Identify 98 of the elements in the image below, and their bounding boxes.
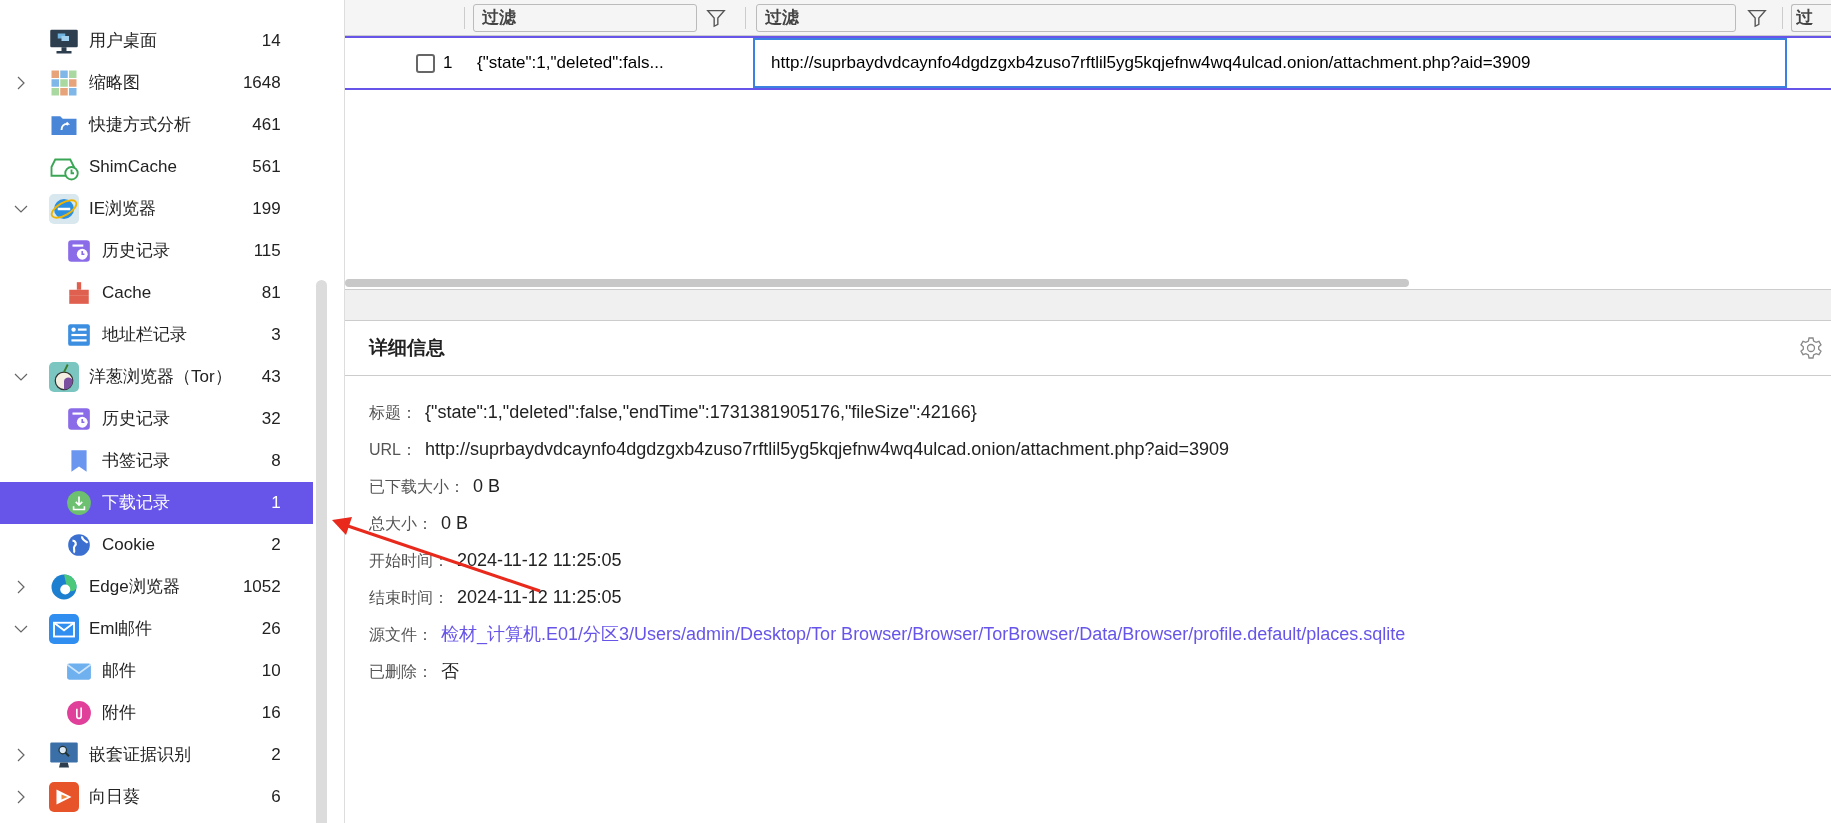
filter-field[interactable]: 过滤 [756, 3, 1736, 32]
scrollbar[interactable] [315, 280, 327, 823]
download-icon [66, 490, 92, 516]
item-label: 嵌套证据识别 [89, 744, 191, 767]
item-count: 26 [261, 618, 281, 641]
item-count: 32 [261, 408, 281, 431]
field-value: http://suprbaydvdcaynfo4dgdzgxb4zuso7rftlil5yg5kqjefnw4wq4ulcad.onion/attachment.php?aid=3909 [425, 438, 1230, 461]
item-count: 2 [271, 534, 281, 557]
sidebar-item[interactable]: 地址栏记录 3 [0, 314, 313, 356]
list-icon [66, 322, 92, 348]
brush-icon [66, 280, 92, 306]
item-label: 向日葵 [89, 786, 140, 809]
image-grid-icon [49, 68, 79, 98]
sidebar-item[interactable]: 向日葵 6 [0, 776, 313, 818]
table-cell-text: {"state":1,"deleted":fals... [476, 52, 665, 75]
item-label: 附件 [102, 702, 136, 725]
item-count: 2 [271, 744, 281, 767]
item-count: 1052 [242, 576, 281, 599]
sidebar-item[interactable]: ShimCache 561 [0, 146, 313, 188]
edge-browser-icon [49, 572, 79, 602]
item-label: 缩略图 [89, 72, 140, 95]
history-icon [66, 406, 92, 432]
item-label: 快捷方式分析 [89, 114, 191, 137]
sunflower-logo-icon [49, 782, 79, 812]
sidebar-item[interactable]: 邮件 10 [0, 650, 313, 692]
item-label: Cache [102, 282, 152, 305]
field-value: 2024-11-12 11:25:05 [457, 549, 622, 572]
item-count: 81 [261, 282, 281, 305]
field-value: 否 [441, 660, 459, 683]
item-label: Cookie [102, 534, 155, 557]
sidebar-item[interactable]: 历史记录 32 [0, 398, 313, 440]
item-count: 43 [261, 366, 281, 389]
settings-icon[interactable] [1799, 336, 1823, 360]
field-value: {"state":1,"deleted":false,"endTime":1731381905176,"fileSize":42166} [425, 401, 977, 424]
sidebar-item[interactable]: Eml邮件 26 [0, 608, 313, 650]
sidebar-item[interactable]: Edge浏览器 1052 [0, 566, 313, 608]
item-count: 1648 [242, 72, 281, 95]
panel-title: 详细信息 [369, 335, 445, 360]
monitor-search-icon [49, 740, 79, 770]
item-label: 书签记录 [102, 450, 170, 473]
item-label: ShimCache [89, 156, 177, 179]
sidebar-item[interactable]: 下载记录 1 [0, 482, 313, 524]
sidebar-item[interactable]: 快捷方式分析 461 [0, 104, 313, 146]
field-label: 已删除： [369, 661, 433, 682]
field-value: 0 B [473, 475, 501, 498]
item-count: 3 [271, 324, 281, 347]
item-count: 1 [271, 492, 281, 515]
row-number: 1 [443, 52, 454, 75]
field-label: 总大小： [369, 513, 433, 534]
item-label: Eml邮件 [89, 618, 153, 641]
sidebar-item[interactable]: 附件 16 [0, 692, 313, 734]
item-label: 洋葱浏览器（Tor） [89, 366, 232, 389]
item-count: 199 [252, 198, 281, 221]
onion-icon [49, 362, 79, 392]
item-count: 14 [261, 30, 281, 53]
item-label: 下载记录 [102, 492, 170, 515]
ie-browser-icon [49, 194, 79, 224]
scrollbar[interactable] [345, 279, 1409, 287]
field-value: 2024-11-12 11:25:05 [457, 586, 622, 609]
item-count: 8 [271, 450, 281, 473]
field-label: 已下载大小： [369, 476, 465, 497]
sidebar-item[interactable]: 书签记录 8 [0, 440, 313, 482]
envelope-icon [49, 614, 79, 644]
source-file-link[interactable]: 检材_计算机.E01/分区3/Users/admin/Desktop/Tor Browser/Browser/TorBrowser/Data/Browser/profile.default/places.sqlite [441, 621, 1406, 648]
item-label: 邮件 [102, 660, 136, 683]
sidebar-item[interactable]: 历史记录 115 [0, 230, 313, 272]
item-label: 用户桌面 [89, 30, 157, 53]
sidebar-item[interactable]: 缩略图 1648 [0, 62, 313, 104]
field-label: 源文件： [369, 624, 433, 645]
table-row[interactable]: 1 {"state":1,"deleted":fals... http://suprbaydvdcaynfo4dgdzgxb4zuso7rftlil5yg5kqjefnw4wq4ulcad.onion/attachment.php?aid=3909 [345, 36, 1831, 90]
checkbox[interactable] [416, 53, 435, 73]
filter-field[interactable]: 过 [1791, 3, 1831, 32]
sidebar-item[interactable]: IE浏览器 199 [0, 188, 313, 230]
item-label: IE浏览器 [89, 198, 157, 221]
filter-field[interactable]: 过滤 [473, 3, 697, 32]
item-count: 10 [261, 660, 281, 683]
item-count: 561 [252, 156, 281, 179]
item-count: 6 [271, 786, 281, 809]
globe-icon [66, 532, 92, 558]
field-label: 结束时间： [369, 587, 449, 608]
field-label: 标题： [369, 402, 417, 423]
item-count: 115 [253, 240, 281, 263]
item-count: 461 [252, 114, 281, 137]
item-label: 地址栏记录 [102, 324, 187, 347]
item-label: Edge浏览器 [89, 576, 180, 599]
field-label: URL： [369, 439, 417, 460]
sidebar-item[interactable]: Cache 81 [0, 272, 313, 314]
sidebar-item[interactable]: 洋葱浏览器（Tor） 43 [0, 356, 313, 398]
sidebar-item[interactable]: 嵌套证据识别 2 [0, 734, 313, 776]
item-label: 历史记录 [102, 240, 170, 263]
sidebar-item[interactable]: Cookie 2 [0, 524, 313, 566]
sidebar-item[interactable]: 用户桌面 14 [0, 20, 313, 62]
paperclip-icon [66, 700, 92, 726]
item-count: 16 [261, 702, 281, 725]
history-icon [66, 238, 92, 264]
table-cell[interactable]: http://suprbaydvdcaynfo4dgdzgxb4zuso7rftlil5yg5kqjefnw4wq4ulcad.onion/attachment.php?aid=3909 [753, 38, 1787, 88]
item-label: 历史记录 [102, 408, 170, 431]
field-value: 0 B [441, 512, 469, 535]
